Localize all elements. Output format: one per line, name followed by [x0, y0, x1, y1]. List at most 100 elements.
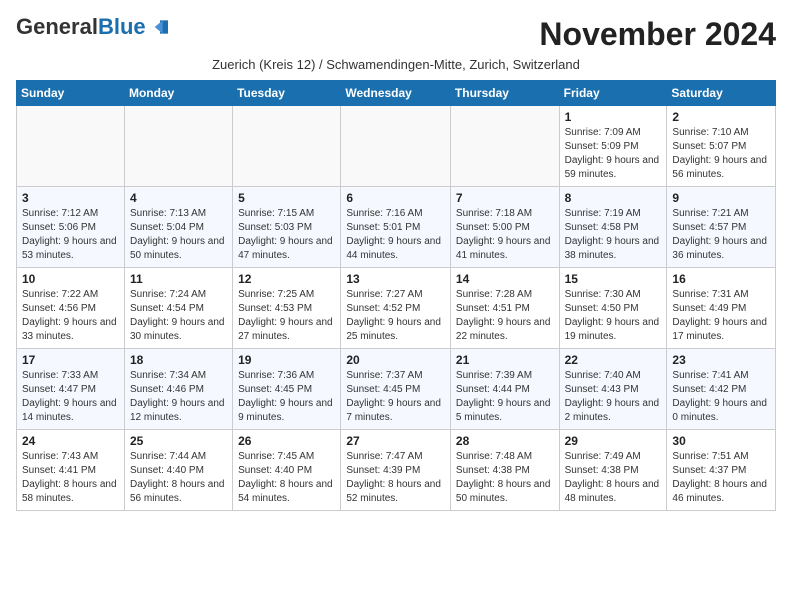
day-of-week-header: Monday [124, 81, 232, 106]
calendar-day-cell: 17Sunrise: 7:33 AMSunset: 4:47 PMDayligh… [17, 349, 125, 430]
page-header: GeneralBlue November 2024 [16, 16, 776, 53]
calendar-day-cell: 26 Sunrise: 7:45 AMSunset: 4:40 PMDayligh… [233, 430, 341, 511]
day-number: 23 [672, 353, 770, 367]
day-number: 30 [672, 434, 770, 448]
day-info: Sunrise: 7:21 AMSunset: 4:57 PMDaylight:… [672, 207, 770, 263]
calendar-day-cell: 6 Sunrise: 7:16 AMSunset: 5:01 PMDaylight… [341, 187, 451, 268]
logo-icon [148, 20, 168, 34]
day-info: Sunrise: 7:16 AMSunset: 5:01 PMDaylight:… [346, 207, 445, 263]
day-info: Sunrise: 7:47 AMSunset: 4:39 PMDaylight:… [346, 450, 445, 506]
calendar-day-cell: 21 Sunrise: 7:39 AMSunset: 4:44 PMDayligh… [450, 349, 559, 430]
day-info: Sunrise: 7:51 AMSunset: 4:37 PMDaylight:… [672, 450, 770, 506]
day-info: Sunrise: 7:30 AMSunset: 4:50 PMDaylight:… [565, 288, 662, 344]
day-of-week-header: Sunday [17, 81, 125, 106]
day-info: Sunrise: 7:49 AMSunset: 4:38 PMDaylight:… [565, 450, 662, 506]
calendar-table: SundayMondayTuesdayWednesdayThursdayFrid… [16, 80, 776, 511]
day-number: 19 [238, 353, 335, 367]
day-of-week-header: Tuesday [233, 81, 341, 106]
calendar-header-row: SundayMondayTuesdayWednesdayThursdayFrid… [17, 81, 776, 106]
day-number: 7 [456, 191, 554, 205]
logo-text: GeneralBlue [16, 16, 146, 38]
day-info: Sunrise: 7:34 AMSunset: 4:46 PMDaylight:… [130, 369, 227, 425]
day-info: Sunrise: 7:39 AMSunset: 4:44 PMDaylight:… [456, 369, 554, 425]
calendar-day-cell: 14 Sunrise: 7:28 AMSunset: 4:51 PMDayligh… [450, 268, 559, 349]
calendar-day-cell: 23 Sunrise: 7:41 AMSunset: 4:42 PMDayligh… [667, 349, 776, 430]
month-title: November 2024 [539, 16, 776, 53]
day-info: Sunrise: 7:44 AMSunset: 4:40 PMDaylight:… [130, 450, 227, 506]
day-info: Sunrise: 7:37 AMSunset: 4:45 PMDaylight:… [346, 369, 445, 425]
day-number: 26 [238, 434, 335, 448]
calendar-day-cell: 8Sunrise: 7:19 AMSunset: 4:58 PMDaylight… [559, 187, 667, 268]
calendar-day-cell: 24 Sunrise: 7:43 AMSunset: 4:41 PMDayligh… [17, 430, 125, 511]
calendar-day-cell: 27 Sunrise: 7:47 AMSunset: 4:39 PMDayligh… [341, 430, 451, 511]
calendar-day-cell: 29 Sunrise: 7:49 AMSunset: 4:38 PMDayligh… [559, 430, 667, 511]
day-number: 29 [565, 434, 662, 448]
day-of-week-header: Wednesday [341, 81, 451, 106]
calendar-day-cell [450, 106, 559, 187]
logo: GeneralBlue [16, 16, 168, 38]
day-number: 16 [672, 272, 770, 286]
calendar-day-cell: 15 Sunrise: 7:30 AMSunset: 4:50 PMDayligh… [559, 268, 667, 349]
day-of-week-header: Thursday [450, 81, 559, 106]
day-number: 1 [565, 110, 662, 124]
day-number: 22 [565, 353, 662, 367]
calendar-day-cell [341, 106, 451, 187]
calendar-day-cell: 9 Sunrise: 7:21 AMSunset: 4:57 PMDaylight… [667, 187, 776, 268]
day-number: 18 [130, 353, 227, 367]
calendar-week-row: 17Sunrise: 7:33 AMSunset: 4:47 PMDayligh… [17, 349, 776, 430]
day-info: Sunrise: 7:31 AMSunset: 4:49 PMDaylight:… [672, 288, 770, 344]
day-info: Sunrise: 7:36 AMSunset: 4:45 PMDaylight:… [238, 369, 335, 425]
day-info: Sunrise: 7:43 AMSunset: 4:41 PMDaylight:… [22, 450, 119, 506]
day-number: 15 [565, 272, 662, 286]
day-info: Sunrise: 7:13 AMSunset: 5:04 PMDaylight:… [130, 207, 227, 263]
day-number: 9 [672, 191, 770, 205]
day-info: Sunrise: 7:12 AMSunset: 5:06 PMDaylight:… [22, 207, 119, 263]
calendar-day-cell: 11Sunrise: 7:24 AMSunset: 4:54 PMDayligh… [124, 268, 232, 349]
calendar-day-cell: 12Sunrise: 7:25 AMSunset: 4:53 PMDayligh… [233, 268, 341, 349]
day-info: Sunrise: 7:28 AMSunset: 4:51 PMDaylight:… [456, 288, 554, 344]
day-number: 28 [456, 434, 554, 448]
calendar-day-cell: 28 Sunrise: 7:48 AMSunset: 4:38 PMDayligh… [450, 430, 559, 511]
calendar-day-cell: 25 Sunrise: 7:44 AMSunset: 4:40 PMDayligh… [124, 430, 232, 511]
calendar-day-cell: 10 Sunrise: 7:22 AMSunset: 4:56 PMDayligh… [17, 268, 125, 349]
calendar-day-cell: 3 Sunrise: 7:12 AMSunset: 5:06 PMDaylight… [17, 187, 125, 268]
calendar-day-cell [124, 106, 232, 187]
day-number: 14 [456, 272, 554, 286]
day-number: 27 [346, 434, 445, 448]
day-info: Sunrise: 7:40 AMSunset: 4:43 PMDaylight:… [565, 369, 662, 425]
day-number: 6 [346, 191, 445, 205]
calendar-day-cell: 19 Sunrise: 7:36 AMSunset: 4:45 PMDayligh… [233, 349, 341, 430]
day-info: Sunrise: 7:41 AMSunset: 4:42 PMDaylight:… [672, 369, 770, 425]
day-info: Sunrise: 7:22 AMSunset: 4:56 PMDaylight:… [22, 288, 119, 344]
day-number: 13 [346, 272, 445, 286]
calendar-week-row: 10 Sunrise: 7:22 AMSunset: 4:56 PMDayligh… [17, 268, 776, 349]
day-info: Sunrise: 7:15 AMSunset: 5:03 PMDaylight:… [238, 207, 335, 263]
calendar-day-cell: 20Sunrise: 7:37 AMSunset: 4:45 PMDayligh… [341, 349, 451, 430]
day-number: 3 [22, 191, 119, 205]
day-number: 17 [22, 353, 119, 367]
day-number: 25 [130, 434, 227, 448]
day-info: Sunrise: 7:18 AMSunset: 5:00 PMDaylight:… [456, 207, 554, 263]
calendar-week-row: 1Sunrise: 7:09 AMSunset: 5:09 PMDaylight… [17, 106, 776, 187]
day-info: Sunrise: 7:45 AMSunset: 4:40 PMDaylight:… [238, 450, 335, 506]
day-number: 24 [22, 434, 119, 448]
calendar-day-cell: 18 Sunrise: 7:34 AMSunset: 4:46 PMDayligh… [124, 349, 232, 430]
day-info: Sunrise: 7:27 AMSunset: 4:52 PMDaylight:… [346, 288, 445, 344]
calendar-week-row: 24 Sunrise: 7:43 AMSunset: 4:41 PMDayligh… [17, 430, 776, 511]
day-info: Sunrise: 7:48 AMSunset: 4:38 PMDaylight:… [456, 450, 554, 506]
day-of-week-header: Friday [559, 81, 667, 106]
day-number: 2 [672, 110, 770, 124]
calendar-day-cell [17, 106, 125, 187]
calendar-day-cell: 13 Sunrise: 7:27 AMSunset: 4:52 PMDayligh… [341, 268, 451, 349]
calendar-day-cell: 7 Sunrise: 7:18 AMSunset: 5:00 PMDaylight… [450, 187, 559, 268]
subtitle: Zuerich (Kreis 12) / Schwamendingen-Mitt… [16, 57, 776, 72]
day-number: 21 [456, 353, 554, 367]
calendar-day-cell: 30 Sunrise: 7:51 AMSunset: 4:37 PMDayligh… [667, 430, 776, 511]
calendar-day-cell [233, 106, 341, 187]
calendar-day-cell: 5Sunrise: 7:15 AMSunset: 5:03 PMDaylight… [233, 187, 341, 268]
day-of-week-header: Saturday [667, 81, 776, 106]
day-number: 10 [22, 272, 119, 286]
day-info: Sunrise: 7:25 AMSunset: 4:53 PMDaylight:… [238, 288, 335, 344]
calendar-day-cell: 2Sunrise: 7:10 AMSunset: 5:07 PMDaylight… [667, 106, 776, 187]
day-number: 8 [565, 191, 662, 205]
